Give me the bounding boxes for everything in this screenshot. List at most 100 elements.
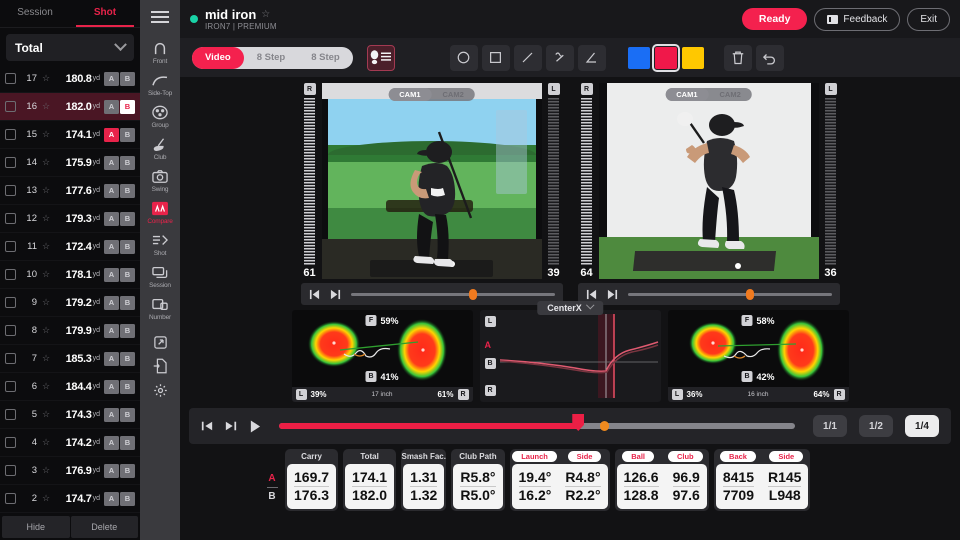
assign-b-button[interactable]: B [120, 184, 135, 198]
ab-toggle[interactable]: AB [104, 268, 135, 282]
assign-a-button[interactable]: A [104, 436, 119, 450]
delete-button[interactable]: Delete [71, 516, 139, 538]
star-icon[interactable]: ☆ [42, 493, 50, 504]
sidebar-item-session[interactable]: Session [140, 260, 180, 292]
assign-b-button[interactable]: B [120, 352, 135, 366]
shot-checkbox[interactable] [5, 157, 16, 168]
ab-toggle[interactable]: AB [104, 408, 135, 422]
shot-checkbox[interactable] [5, 353, 16, 364]
ab-toggle[interactable]: AB [104, 240, 135, 254]
shot-checkbox[interactable] [5, 213, 16, 224]
shot-checkbox[interactable] [5, 73, 16, 84]
assign-a-button[interactable]: A [104, 156, 119, 170]
ab-toggle[interactable]: AB [104, 212, 135, 226]
table-row[interactable]: 14☆175.9ydAB [0, 149, 140, 177]
ab-toggle[interactable]: AB [104, 296, 135, 310]
sidebar-item-front[interactable]: Front [140, 36, 180, 68]
sidebar-item-export[interactable] [140, 354, 180, 378]
color-swatch-2[interactable] [682, 47, 704, 69]
star-icon[interactable]: ☆ [42, 157, 50, 168]
shot-checkbox[interactable] [5, 381, 16, 392]
table-row[interactable]: 13☆177.6ydAB [0, 177, 140, 205]
scrubber-knob-a[interactable] [469, 289, 477, 300]
table-row[interactable]: 9☆179.2ydAB [0, 289, 140, 317]
scrubber-b[interactable] [578, 283, 840, 305]
pressure-map-b[interactable]: F 58% B 42% L 36% 16 inch 64% R [668, 310, 849, 402]
sidebar-item-swing[interactable]: Swing [140, 164, 180, 196]
video-frame-b[interactable]: CAM1 CAM2 [599, 83, 819, 279]
table-row[interactable]: 12☆179.3ydAB [0, 205, 140, 233]
scrubber-track-a[interactable] [351, 293, 555, 296]
center-path-graph[interactable]: L A B R [480, 310, 661, 402]
assign-b-button[interactable]: B [120, 296, 135, 310]
hamburger-menu-icon[interactable] [151, 11, 169, 24]
square-tool-button[interactable] [482, 45, 510, 71]
table-row[interactable]: 17☆180.8ydAB [0, 65, 140, 93]
cam2-tab-b[interactable]: CAM2 [709, 88, 752, 101]
star-icon[interactable]: ☆ [42, 381, 50, 392]
assign-b-button[interactable]: B [120, 240, 135, 254]
assign-a-button[interactable]: A [104, 380, 119, 394]
ab-toggle[interactable]: AB [104, 72, 135, 86]
assign-a-button[interactable]: A [104, 408, 119, 422]
star-icon[interactable]: ☆ [42, 241, 50, 252]
assign-a-button[interactable]: A [104, 128, 119, 142]
shot-checkbox[interactable] [5, 269, 16, 280]
assign-b-button[interactable]: B [120, 100, 135, 114]
ab-toggle[interactable]: AB [104, 380, 135, 394]
assign-b-button[interactable]: B [120, 436, 135, 450]
assign-b-button[interactable]: B [120, 464, 135, 478]
star-icon[interactable]: ☆ [42, 73, 50, 84]
center-metric-dropdown[interactable]: CenterX [537, 301, 603, 315]
video-frame-a[interactable]: CAM1 CAM2 [322, 83, 542, 279]
assign-a-button[interactable]: A [104, 268, 119, 282]
timeline-impact-marker[interactable] [600, 421, 609, 431]
star-icon[interactable]: ☆ [42, 101, 50, 112]
freehand-tool-button[interactable] [546, 45, 574, 71]
cam2-tab-a[interactable]: CAM2 [432, 88, 475, 101]
sidebar-item-settings[interactable] [140, 378, 180, 402]
shot-checkbox[interactable] [5, 437, 16, 448]
assign-b-button[interactable]: B [120, 212, 135, 226]
step-back-icon-b[interactable] [586, 288, 598, 301]
trash-icon-button[interactable] [724, 45, 752, 71]
assign-a-button[interactable]: A [104, 296, 119, 310]
table-row[interactable]: 10☆178.1ydAB [0, 261, 140, 289]
favorite-star-icon[interactable]: ☆ [261, 9, 270, 20]
shot-checkbox[interactable] [5, 129, 16, 140]
shot-checkbox[interactable] [5, 101, 16, 112]
star-icon[interactable]: ☆ [42, 437, 50, 448]
step-forward-icon[interactable] [225, 420, 237, 433]
shot-rows[interactable]: 17☆180.8ydAB16☆182.0ydAB15☆174.1ydAB14☆1… [0, 65, 140, 514]
circle-tool-button[interactable] [450, 45, 478, 71]
assign-b-button[interactable]: B [120, 268, 135, 282]
sidebar-item-external-link[interactable] [140, 330, 180, 354]
ab-toggle[interactable]: AB [104, 324, 135, 338]
table-row[interactable]: 4☆174.2ydAB [0, 429, 140, 457]
ab-toggle[interactable]: AB [104, 464, 135, 478]
ab-toggle[interactable]: AB [104, 436, 135, 450]
table-row[interactable]: 15☆174.1ydAB [0, 121, 140, 149]
undo-icon-button[interactable] [756, 45, 784, 71]
step-forward-icon-a[interactable] [330, 288, 342, 301]
scrubber-track-b[interactable] [628, 293, 832, 296]
table-row[interactable]: 3☆176.9ydAB [0, 457, 140, 485]
assign-b-button[interactable]: B [120, 380, 135, 394]
table-row[interactable]: 11☆172.4ydAB [0, 233, 140, 261]
assign-a-button[interactable]: A [104, 464, 119, 478]
scrubber-knob-b[interactable] [746, 289, 754, 300]
assign-a-button[interactable]: A [104, 212, 119, 226]
color-swatch-0[interactable] [628, 47, 650, 69]
assign-b-button[interactable]: B [120, 72, 135, 86]
assign-b-button[interactable]: B [120, 324, 135, 338]
table-row[interactable]: 2☆174.7ydAB [0, 485, 140, 513]
star-icon[interactable]: ☆ [42, 325, 50, 336]
shot-checkbox[interactable] [5, 409, 16, 420]
sidebar-item-shot[interactable]: Shot [140, 228, 180, 260]
shot-checkbox[interactable] [5, 493, 16, 504]
table-row[interactable]: 6☆184.4ydAB [0, 373, 140, 401]
shot-filter-dropdown[interactable]: Total [6, 34, 134, 61]
step-back-icon[interactable] [201, 420, 213, 433]
table-row[interactable]: 5☆174.3ydAB [0, 401, 140, 429]
sidebar-item-number[interactable]: Number [140, 292, 180, 324]
